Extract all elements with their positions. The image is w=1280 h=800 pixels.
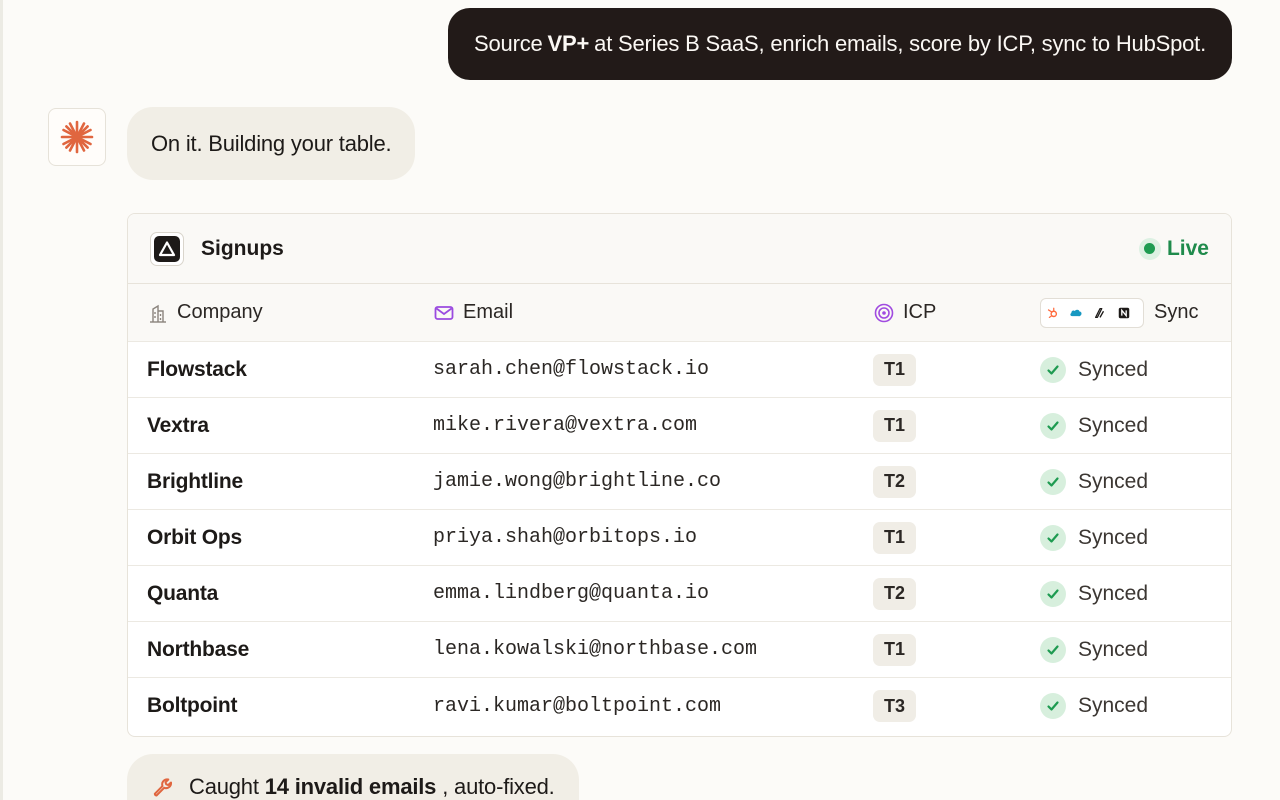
- email-cell: ravi.kumar@boltpoint.com: [433, 694, 722, 718]
- sync-status-label: Synced: [1078, 525, 1149, 549]
- icp-badge: T3: [873, 690, 916, 722]
- note-text-before: Caught: [189, 774, 259, 799]
- sync-status: Synced: [1040, 412, 1231, 439]
- company-cell: Orbit Ops: [147, 525, 243, 549]
- assistant-avatar: [48, 108, 106, 166]
- email-cell: jamie.wong@brightline.co: [433, 470, 722, 493]
- check-icon: [1040, 468, 1066, 495]
- note-text-after: , auto-fixed.: [442, 774, 555, 799]
- app-logo: [150, 231, 184, 266]
- sync-status-label: Synced: [1078, 413, 1149, 437]
- table-column-headers: Company Email ICP Sync: [128, 284, 1231, 342]
- pen-icon: [1093, 302, 1115, 324]
- table-row[interactable]: Flowstack sarah.chen@flowstack.io T1 Syn…: [128, 342, 1231, 398]
- column-header-company[interactable]: Company: [147, 301, 433, 324]
- auto-fix-note-bubble: Caught 14 invalid emails , auto-fixed.: [127, 754, 579, 800]
- column-header-sync-label: Sync: [1154, 301, 1199, 323]
- sync-status-label: Synced: [1078, 469, 1149, 493]
- salesforce-icon: [1069, 302, 1091, 324]
- email-cell: mike.rivera@vextra.com: [433, 414, 698, 437]
- sync-status: Synced: [1040, 580, 1231, 607]
- table-row[interactable]: Orbit Ops priya.shah@orbitops.io T1 Sync…: [128, 510, 1231, 566]
- notion-icon: [1117, 302, 1139, 324]
- check-icon: [1040, 412, 1066, 439]
- check-icon: [1040, 636, 1066, 663]
- mail-icon: [434, 305, 454, 320]
- check-icon: [1040, 524, 1066, 551]
- icp-badge: T2: [873, 577, 916, 610]
- company-cell: Boltpoint: [147, 694, 238, 717]
- target-icon: [874, 303, 894, 322]
- table-row[interactable]: Vextra mike.rivera@vextra.com T1 Synced: [128, 398, 1231, 454]
- sync-status: Synced: [1040, 524, 1231, 551]
- column-header-icp-label: ICP: [903, 301, 937, 323]
- table-header-bar: Signups Live: [128, 214, 1231, 284]
- email-cell: lena.kowalski@northbase.com: [433, 638, 758, 661]
- check-icon: [1040, 580, 1066, 607]
- check-icon: [1040, 693, 1066, 719]
- table-row[interactable]: Quanta emma.lindberg@quanta.io T2 Synced: [128, 566, 1231, 622]
- note-text-bold: 14 invalid emails: [264, 774, 437, 799]
- sync-tools-strip: [1040, 297, 1144, 328]
- sync-status-label: Synced: [1078, 581, 1149, 605]
- icp-badge: T2: [873, 465, 916, 498]
- live-status-badge: Live: [1138, 236, 1209, 261]
- table-title: Signups: [201, 236, 284, 260]
- check-icon: [1040, 356, 1066, 383]
- icp-badge: T1: [873, 353, 916, 386]
- sync-status: Synced: [1040, 636, 1231, 663]
- company-cell: Northbase: [147, 637, 250, 661]
- user-message-text-bold: VP+: [547, 31, 590, 56]
- sync-status: Synced: [1040, 693, 1231, 719]
- sync-status: Synced: [1040, 468, 1231, 495]
- left-edge-divider: [0, 0, 3, 800]
- assistant-message-bubble: On it. Building your table.: [127, 107, 416, 180]
- table-row[interactable]: Brightline jamie.wong@brightline.co T2 S…: [128, 454, 1231, 510]
- hubspot-icon: [1045, 302, 1067, 324]
- table-row[interactable]: Boltpoint ravi.kumar@boltpoint.com T3 Sy…: [128, 678, 1231, 734]
- icp-badge: T1: [873, 409, 916, 442]
- email-cell: emma.lindberg@quanta.io: [433, 582, 710, 605]
- sync-status-label: Synced: [1078, 694, 1149, 717]
- asterisk-burst-icon: [60, 120, 94, 154]
- live-status-label: Live: [1166, 236, 1209, 260]
- column-header-icp[interactable]: ICP: [873, 301, 1040, 324]
- wrench-icon: [153, 778, 173, 797]
- company-cell: Brightline: [147, 469, 243, 493]
- email-cell: sarah.chen@flowstack.io: [433, 358, 710, 381]
- company-cell: Quanta: [147, 581, 219, 605]
- live-dot-icon: [1138, 237, 1161, 260]
- icp-badge: T1: [873, 521, 916, 554]
- user-message-text-after: at Series B SaaS, enrich emails, score b…: [594, 31, 1206, 56]
- company-cell: Vextra: [147, 413, 209, 437]
- building-icon: [150, 304, 166, 323]
- company-cell: Flowstack: [147, 357, 247, 381]
- icp-badge: T1: [873, 633, 916, 666]
- column-header-company-label: Company: [177, 301, 263, 323]
- signups-table-card: Signups Live Company Email ICP Sync Flow…: [127, 213, 1232, 737]
- user-message-text-before: Source: [474, 31, 543, 56]
- user-message-bubble: Source VP+ at Series B SaaS, enrich emai…: [448, 8, 1232, 80]
- table-body: Flowstack sarah.chen@flowstack.io T1 Syn…: [128, 342, 1231, 734]
- email-cell: priya.shah@orbitops.io: [433, 526, 698, 549]
- sync-status-label: Synced: [1078, 637, 1149, 661]
- column-header-email[interactable]: Email: [433, 301, 873, 324]
- column-header-sync[interactable]: Sync: [1040, 297, 1231, 328]
- sync-status: Synced: [1040, 356, 1231, 383]
- table-row[interactable]: Northbase lena.kowalski@northbase.com T1…: [128, 622, 1231, 678]
- triangle-logo-icon: [158, 240, 176, 256]
- column-header-email-label: Email: [463, 301, 514, 323]
- assistant-message-text: On it. Building your table.: [151, 130, 392, 156]
- sync-status-label: Synced: [1078, 357, 1149, 381]
